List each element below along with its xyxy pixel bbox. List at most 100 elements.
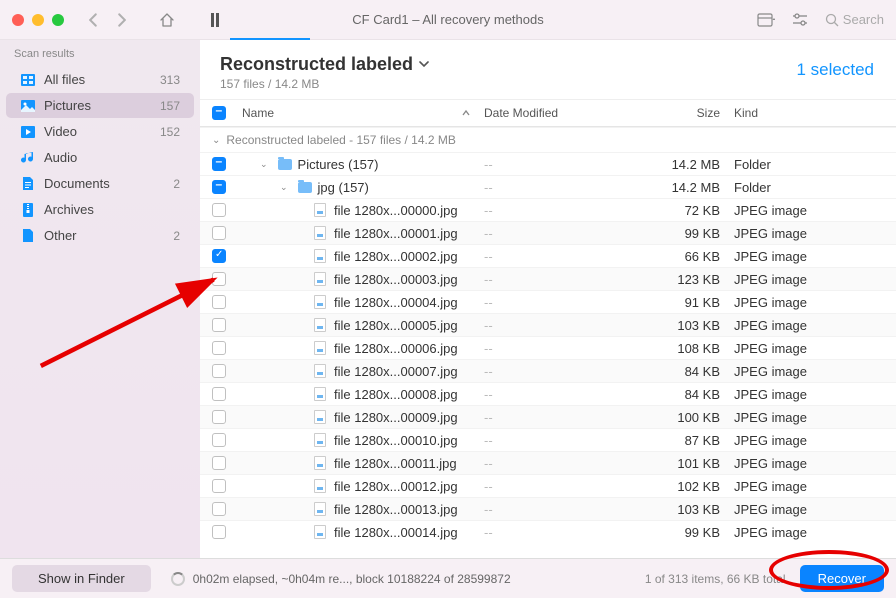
pause-button[interactable]	[206, 11, 224, 29]
minimize-window-button[interactable]	[32, 14, 44, 26]
toolbar-right: Search	[757, 11, 884, 29]
sidebar-item-archives[interactable]: Archives	[6, 197, 194, 222]
jpeg-file-icon	[314, 502, 326, 516]
file-row[interactable]: file 1280x...00007.jpg -- 84 KB JPEG ima…	[200, 359, 896, 382]
recover-button[interactable]: Recover	[800, 565, 884, 592]
file-row[interactable]: file 1280x...00001.jpg -- 99 KB JPEG ima…	[200, 221, 896, 244]
expand-icon[interactable]: ⌄	[280, 182, 288, 193]
file-checkbox[interactable]	[212, 295, 226, 309]
column-kind-header[interactable]: Kind	[734, 106, 884, 120]
select-all-checkbox[interactable]	[212, 106, 226, 120]
folder-checkbox[interactable]	[212, 180, 226, 194]
file-list[interactable]: ⌄ Reconstructed labeled - 157 files / 14…	[200, 127, 896, 558]
video-icon	[20, 125, 36, 139]
file-checkbox[interactable]	[212, 249, 226, 263]
group-row[interactable]: ⌄ Reconstructed labeled - 157 files / 14…	[200, 127, 896, 152]
file-row[interactable]: file 1280x...00006.jpg -- 108 KB JPEG im…	[200, 336, 896, 359]
sidebar-item-video[interactable]: Video 152	[6, 119, 194, 144]
maximize-window-button[interactable]	[52, 14, 64, 26]
file-row[interactable]: file 1280x...00005.jpg -- 103 KB JPEG im…	[200, 313, 896, 336]
file-size: 99 KB	[634, 226, 734, 241]
spinner-icon	[171, 572, 185, 586]
file-size: 123 KB	[634, 272, 734, 287]
file-kind: JPEG image	[734, 433, 884, 448]
file-row[interactable]: file 1280x...00011.jpg -- 101 KB JPEG im…	[200, 451, 896, 474]
file-kind: JPEG image	[734, 387, 884, 402]
file-size: 84 KB	[634, 387, 734, 402]
chevron-down-icon	[419, 61, 429, 69]
file-row[interactable]: file 1280x...00014.jpg -- 99 KB JPEG ima…	[200, 520, 896, 543]
file-checkbox[interactable]	[212, 433, 226, 447]
file-checkbox[interactable]	[212, 318, 226, 332]
column-size-header[interactable]: Size	[634, 106, 734, 120]
file-name: file 1280x...00008.jpg	[334, 387, 458, 402]
file-checkbox[interactable]	[212, 203, 226, 217]
file-row[interactable]: file 1280x...00013.jpg -- 103 KB JPEG im…	[200, 497, 896, 520]
sidebar-item-other[interactable]: Other 2	[6, 223, 194, 248]
jpeg-file-icon	[314, 410, 326, 424]
sidebar-item-documents[interactable]: Documents 2	[6, 171, 194, 196]
back-button[interactable]	[84, 11, 102, 29]
file-size: 66 KB	[634, 249, 734, 264]
jpeg-file-icon	[314, 456, 326, 470]
file-kind: JPEG image	[734, 203, 884, 218]
file-date: --	[484, 318, 634, 333]
file-kind: JPEG image	[734, 456, 884, 471]
column-name-header[interactable]: Name	[242, 106, 484, 120]
sidebar-item-audio[interactable]: Audio	[6, 145, 194, 170]
file-row[interactable]: file 1280x...00008.jpg -- 84 KB JPEG ima…	[200, 382, 896, 405]
content-panel: Reconstructed labeled 157 files / 14.2 M…	[200, 40, 896, 558]
sidebar-item-count: 152	[160, 125, 180, 139]
file-checkbox[interactable]	[212, 341, 226, 355]
folder-row[interactable]: ⌄ jpg (157) -- 14.2 MB Folder	[200, 175, 896, 198]
file-date: --	[484, 203, 634, 218]
file-checkbox[interactable]	[212, 525, 226, 539]
home-button[interactable]	[158, 11, 176, 29]
file-name: file 1280x...00014.jpg	[334, 525, 458, 540]
forward-button[interactable]	[112, 11, 130, 29]
filter-settings-button[interactable]	[791, 11, 809, 29]
file-row[interactable]: file 1280x...00012.jpg -- 102 KB JPEG im…	[200, 474, 896, 497]
file-checkbox[interactable]	[212, 410, 226, 424]
file-kind: JPEG image	[734, 249, 884, 264]
sidebar-item-label: Documents	[44, 176, 110, 191]
folder-checkbox[interactable]	[212, 157, 226, 171]
file-row[interactable]: file 1280x...00000.jpg -- 72 KB JPEG ima…	[200, 198, 896, 221]
file-row[interactable]: file 1280x...00010.jpg -- 87 KB JPEG ima…	[200, 428, 896, 451]
content-title[interactable]: Reconstructed labeled	[220, 54, 876, 75]
file-kind: JPEG image	[734, 318, 884, 333]
search-box[interactable]: Search	[825, 12, 884, 27]
file-row[interactable]: file 1280x...00002.jpg -- 66 KB JPEG ima…	[200, 244, 896, 267]
file-checkbox[interactable]	[212, 364, 226, 378]
file-row[interactable]: file 1280x...00003.jpg -- 123 KB JPEG im…	[200, 267, 896, 290]
sidebar-item-pictures[interactable]: Pictures 157	[6, 93, 194, 118]
file-name: file 1280x...00009.jpg	[334, 410, 458, 425]
file-date: --	[484, 433, 634, 448]
jpeg-file-icon	[314, 203, 326, 217]
sidebar-item-label: All files	[44, 72, 85, 87]
file-checkbox[interactable]	[212, 387, 226, 401]
expand-icon[interactable]: ⌄	[260, 159, 268, 170]
documents-icon	[20, 177, 36, 191]
file-date: --	[484, 387, 634, 402]
column-date-header[interactable]: Date Modified	[484, 106, 634, 120]
calendar-view-button[interactable]	[757, 11, 775, 29]
folder-row[interactable]: ⌄ Pictures (157) -- 14.2 MB Folder	[200, 152, 896, 175]
folder-icon	[278, 159, 292, 170]
search-icon	[825, 13, 839, 27]
file-name: file 1280x...00002.jpg	[334, 249, 458, 264]
file-checkbox[interactable]	[212, 502, 226, 516]
columns-header: Name Date Modified Size Kind	[200, 100, 896, 127]
file-checkbox[interactable]	[212, 456, 226, 470]
file-checkbox[interactable]	[212, 479, 226, 493]
close-window-button[interactable]	[12, 14, 24, 26]
file-checkbox[interactable]	[212, 226, 226, 240]
jpeg-file-icon	[314, 341, 326, 355]
file-row[interactable]: file 1280x...00009.jpg -- 100 KB JPEG im…	[200, 405, 896, 428]
show-in-finder-button[interactable]: Show in Finder	[12, 565, 151, 592]
file-size: 102 KB	[634, 479, 734, 494]
file-row[interactable]: file 1280x...00004.jpg -- 91 KB JPEG ima…	[200, 290, 896, 313]
file-date: --	[484, 272, 634, 287]
file-checkbox[interactable]	[212, 272, 226, 286]
sidebar-item-all-files[interactable]: All files 313	[6, 67, 194, 92]
